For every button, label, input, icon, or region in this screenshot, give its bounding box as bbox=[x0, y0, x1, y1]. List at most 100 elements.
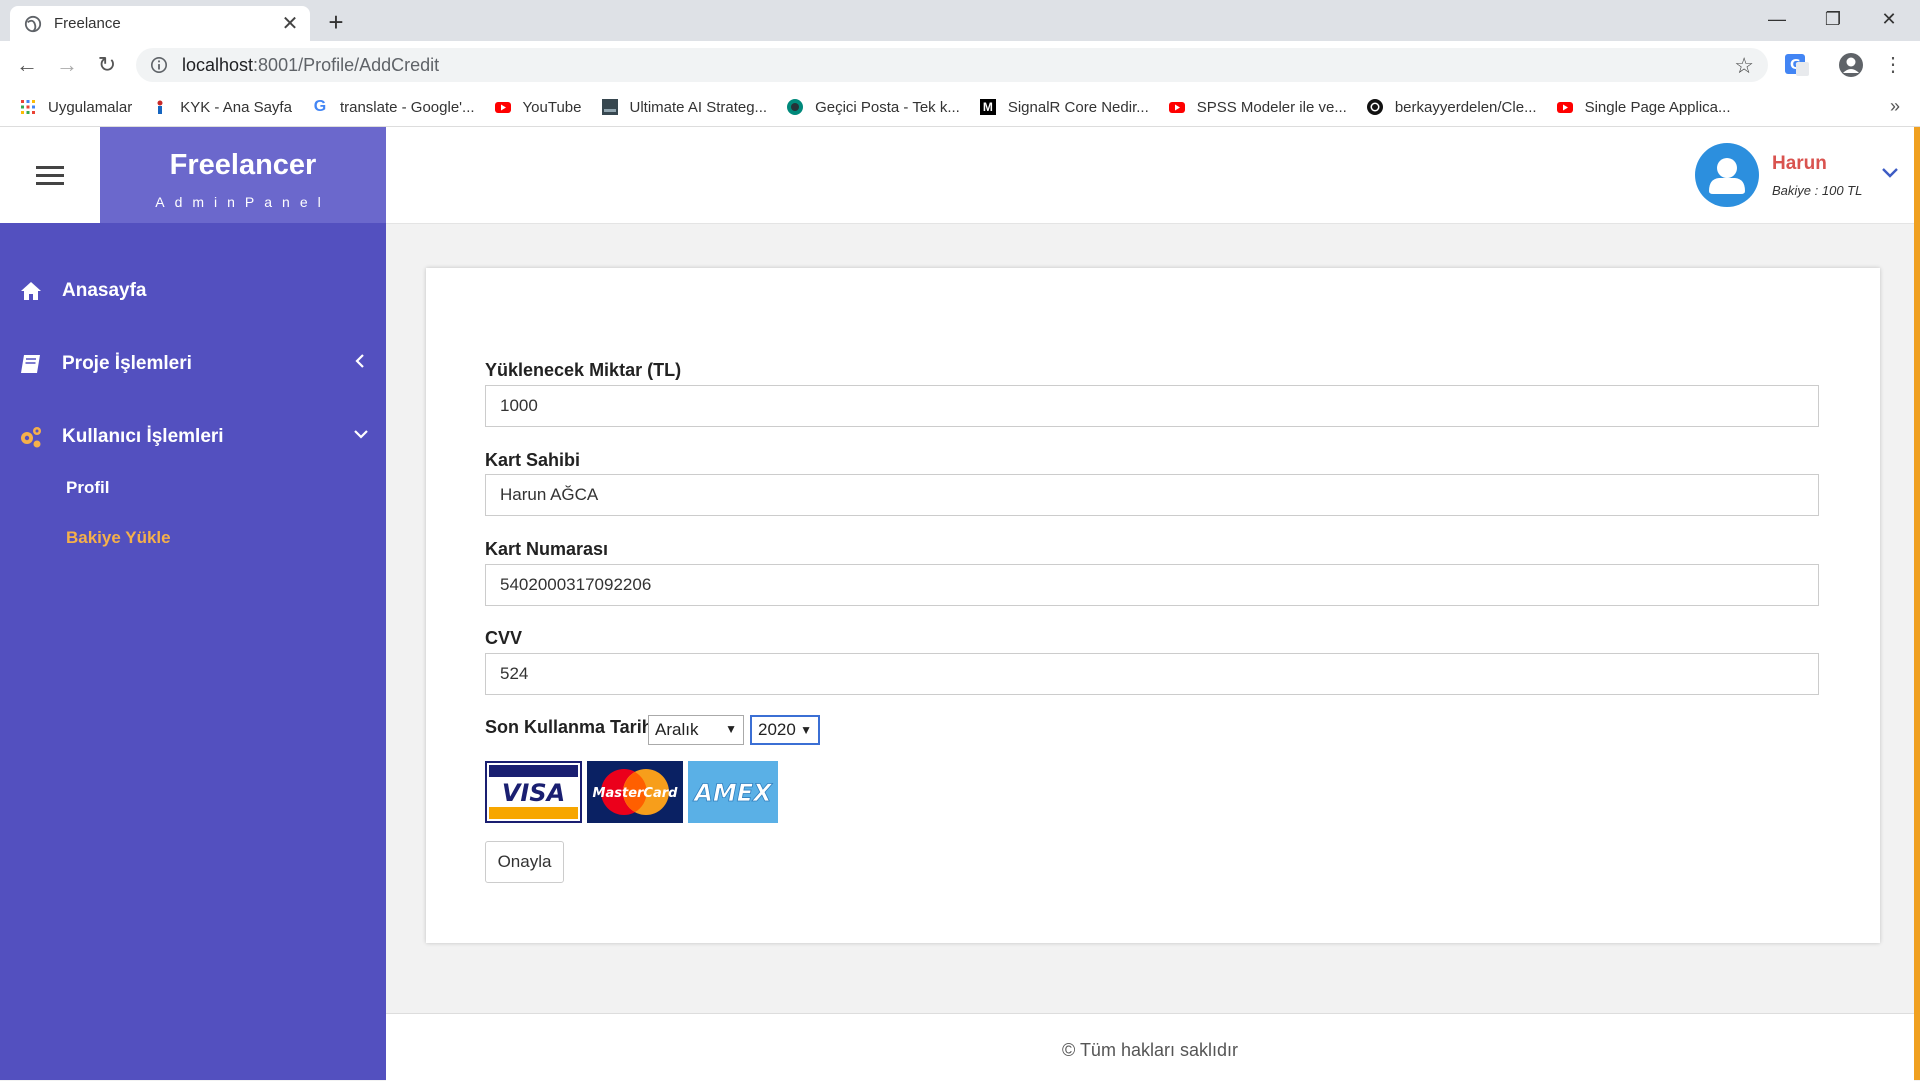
mastercard-text: MasterCard bbox=[593, 786, 679, 801]
back-arrow-icon[interactable]: ← bbox=[10, 48, 44, 82]
globe-icon bbox=[24, 15, 42, 32]
amount-input[interactable] bbox=[485, 385, 1819, 427]
kyk-icon bbox=[157, 100, 163, 114]
youtube-icon bbox=[494, 102, 511, 113]
bookmark-label: SignalR Core Nedir... bbox=[1007, 98, 1149, 116]
sidebar-item-label: Anasayfa bbox=[62, 280, 147, 301]
close-tab-icon[interactable]: ✕ bbox=[278, 12, 302, 36]
mastercard-logo: MasterCard bbox=[587, 761, 683, 823]
close-window-button[interactable]: ✕ bbox=[1866, 4, 1912, 34]
bookmark-item[interactable]: YouTube bbox=[494, 98, 582, 116]
bookmark-item[interactable]: M SignalR Core Nedir... bbox=[979, 98, 1149, 116]
profile-icon[interactable] bbox=[1836, 50, 1866, 80]
sidebar-subitem-add-balance[interactable]: Bakiye Yükle bbox=[66, 528, 171, 548]
brand-name: Freelancer bbox=[169, 149, 317, 181]
sidebar-item-projects[interactable]: Proje İşlemleri bbox=[0, 344, 386, 384]
sidebar-item-home[interactable]: Anasayfa bbox=[0, 271, 386, 311]
bookmark-label: Single Page Applica... bbox=[1584, 98, 1731, 116]
accent-stripe bbox=[1914, 127, 1920, 1080]
bookmark-item[interactable]: SPSS Modeler ile ve... bbox=[1168, 98, 1347, 116]
top-header bbox=[386, 127, 1920, 224]
bookmark-label: KYK - Ana Sayfa bbox=[180, 98, 292, 116]
bookmark-item[interactable]: Ultimate AI Strateg... bbox=[601, 98, 768, 116]
bookmark-item[interactable]: Single Page Applica... bbox=[1556, 98, 1731, 116]
medium-icon: M bbox=[979, 99, 996, 115]
menu-dots-icon[interactable]: ⋮ bbox=[1876, 48, 1910, 82]
reload-icon[interactable]: ↻ bbox=[90, 48, 124, 82]
gears-icon bbox=[21, 427, 41, 448]
site-icon bbox=[601, 99, 618, 115]
dropdown-arrow-icon: ▼ bbox=[800, 723, 812, 737]
translate-icon[interactable]: G bbox=[1782, 50, 1812, 80]
card-holder-input[interactable] bbox=[485, 474, 1819, 516]
browser-tab-strip: Freelance ✕ + — ❐ ✕ bbox=[0, 0, 1920, 41]
maximize-button[interactable]: ❐ bbox=[1810, 4, 1856, 34]
sidebar-item-label: Kullanıcı İşlemleri bbox=[62, 426, 224, 447]
new-tab-button[interactable]: + bbox=[322, 8, 350, 36]
cvv-input[interactable] bbox=[485, 653, 1819, 695]
card-number-label: Kart Numarası bbox=[485, 539, 609, 559]
amount-label: Yüklenecek Miktar (TL) bbox=[485, 360, 682, 380]
hamburger-icon bbox=[36, 166, 64, 185]
url-path: :8001/Profile/AddCredit bbox=[253, 54, 440, 75]
user-name[interactable]: Harun bbox=[1772, 153, 1827, 175]
bookmark-item[interactable]: KYK - Ana Sayfa bbox=[152, 99, 292, 116]
user-avatar-icon[interactable] bbox=[1695, 143, 1759, 207]
bookmark-item[interactable]: G translate - Google'... bbox=[312, 98, 475, 116]
footer: © Tüm hakları saklıdır bbox=[386, 1013, 1914, 1081]
visa-logo: VISA bbox=[485, 761, 582, 823]
book-icon bbox=[21, 355, 40, 373]
sidebar-item-users[interactable]: Kullanıcı İşlemleri bbox=[0, 417, 386, 457]
url-host: localhost bbox=[182, 54, 254, 75]
bookmark-item[interactable]: Uygulamalar bbox=[20, 99, 132, 116]
browser-tab[interactable]: Freelance ✕ bbox=[10, 6, 310, 41]
address-bar[interactable]: localhost:8001/Profile/AddCredit ☆ bbox=[136, 48, 1768, 82]
copyright-text: © Tüm hakları saklıdır bbox=[1062, 1040, 1238, 1060]
expiry-label: Son Kullanma Tarihi bbox=[485, 717, 658, 737]
chevron-left-icon bbox=[355, 354, 364, 368]
bookmark-label: translate - Google'... bbox=[339, 98, 475, 116]
cvv-label: CVV bbox=[485, 628, 523, 648]
browser-toolbar: ← → ↻ localhost:8001/Profile/AddCredit ☆… bbox=[0, 41, 1920, 88]
amex-text: AMEX bbox=[692, 779, 773, 807]
dropdown-arrow-icon: ▼ bbox=[725, 722, 737, 736]
card-number-input[interactable] bbox=[485, 564, 1819, 606]
confirm-button[interactable]: Onayla bbox=[485, 841, 564, 883]
sidebar-item-label: Proje İşlemleri bbox=[62, 353, 192, 374]
chevron-down-icon bbox=[354, 430, 368, 439]
bookmark-label: YouTube bbox=[522, 98, 582, 116]
menu-toggle-button[interactable] bbox=[0, 127, 100, 223]
bookmark-item[interactable]: berkayyerdelen/Cle... bbox=[1366, 99, 1537, 116]
chevron-down-icon[interactable] bbox=[1880, 162, 1900, 182]
apps-grid-icon bbox=[21, 100, 35, 114]
google-icon: G bbox=[313, 98, 327, 115]
expiry-year-select[interactable]: 2020 ▼ bbox=[750, 715, 820, 745]
bookmark-item[interactable]: Geçici Posta - Tek k... bbox=[787, 99, 960, 116]
expiry-month-select[interactable]: Aralık ▼ bbox=[648, 715, 744, 745]
more-bookmarks-icon[interactable]: » bbox=[1890, 96, 1900, 117]
bookmarks-bar: Uygulamalar KYK - Ana Sayfa G translate … bbox=[0, 88, 1920, 127]
minimize-button[interactable]: — bbox=[1754, 4, 1800, 34]
expiry-year-value: 2020 bbox=[758, 720, 796, 739]
expiry-month-value: Aralık bbox=[655, 720, 699, 739]
holder-label: Kart Sahibi bbox=[485, 450, 581, 470]
mail-icon bbox=[787, 99, 804, 115]
info-icon[interactable] bbox=[150, 56, 168, 74]
home-icon bbox=[21, 282, 41, 300]
brand: Freelancer AdminPanel bbox=[100, 127, 386, 223]
brand-subtitle: AdminPanel bbox=[155, 194, 331, 210]
youtube-icon bbox=[1556, 102, 1573, 113]
forward-arrow-icon[interactable]: → bbox=[50, 48, 84, 82]
sidebar: Freelancer AdminPanel Anasayfa Proje İşl… bbox=[0, 127, 386, 1080]
bookmark-star-icon[interactable]: ☆ bbox=[1734, 53, 1754, 79]
add-credit-form: Yüklenecek Miktar (TL) Kart Sahibi Kart … bbox=[426, 268, 1880, 943]
github-icon bbox=[1366, 99, 1383, 115]
user-balance: Bakiye : 100 TL bbox=[1772, 183, 1863, 198]
bookmark-label: Uygulamalar bbox=[48, 98, 133, 116]
url-text: localhost:8001/Profile/AddCredit bbox=[182, 55, 439, 76]
bookmark-label: Ultimate AI Strateg... bbox=[629, 98, 768, 116]
bookmark-label: Geçici Posta - Tek k... bbox=[815, 98, 960, 116]
youtube-icon bbox=[1168, 102, 1185, 113]
bookmark-label: SPSS Modeler ile ve... bbox=[1196, 98, 1347, 116]
sidebar-subitem-profile[interactable]: Profil bbox=[66, 478, 109, 498]
